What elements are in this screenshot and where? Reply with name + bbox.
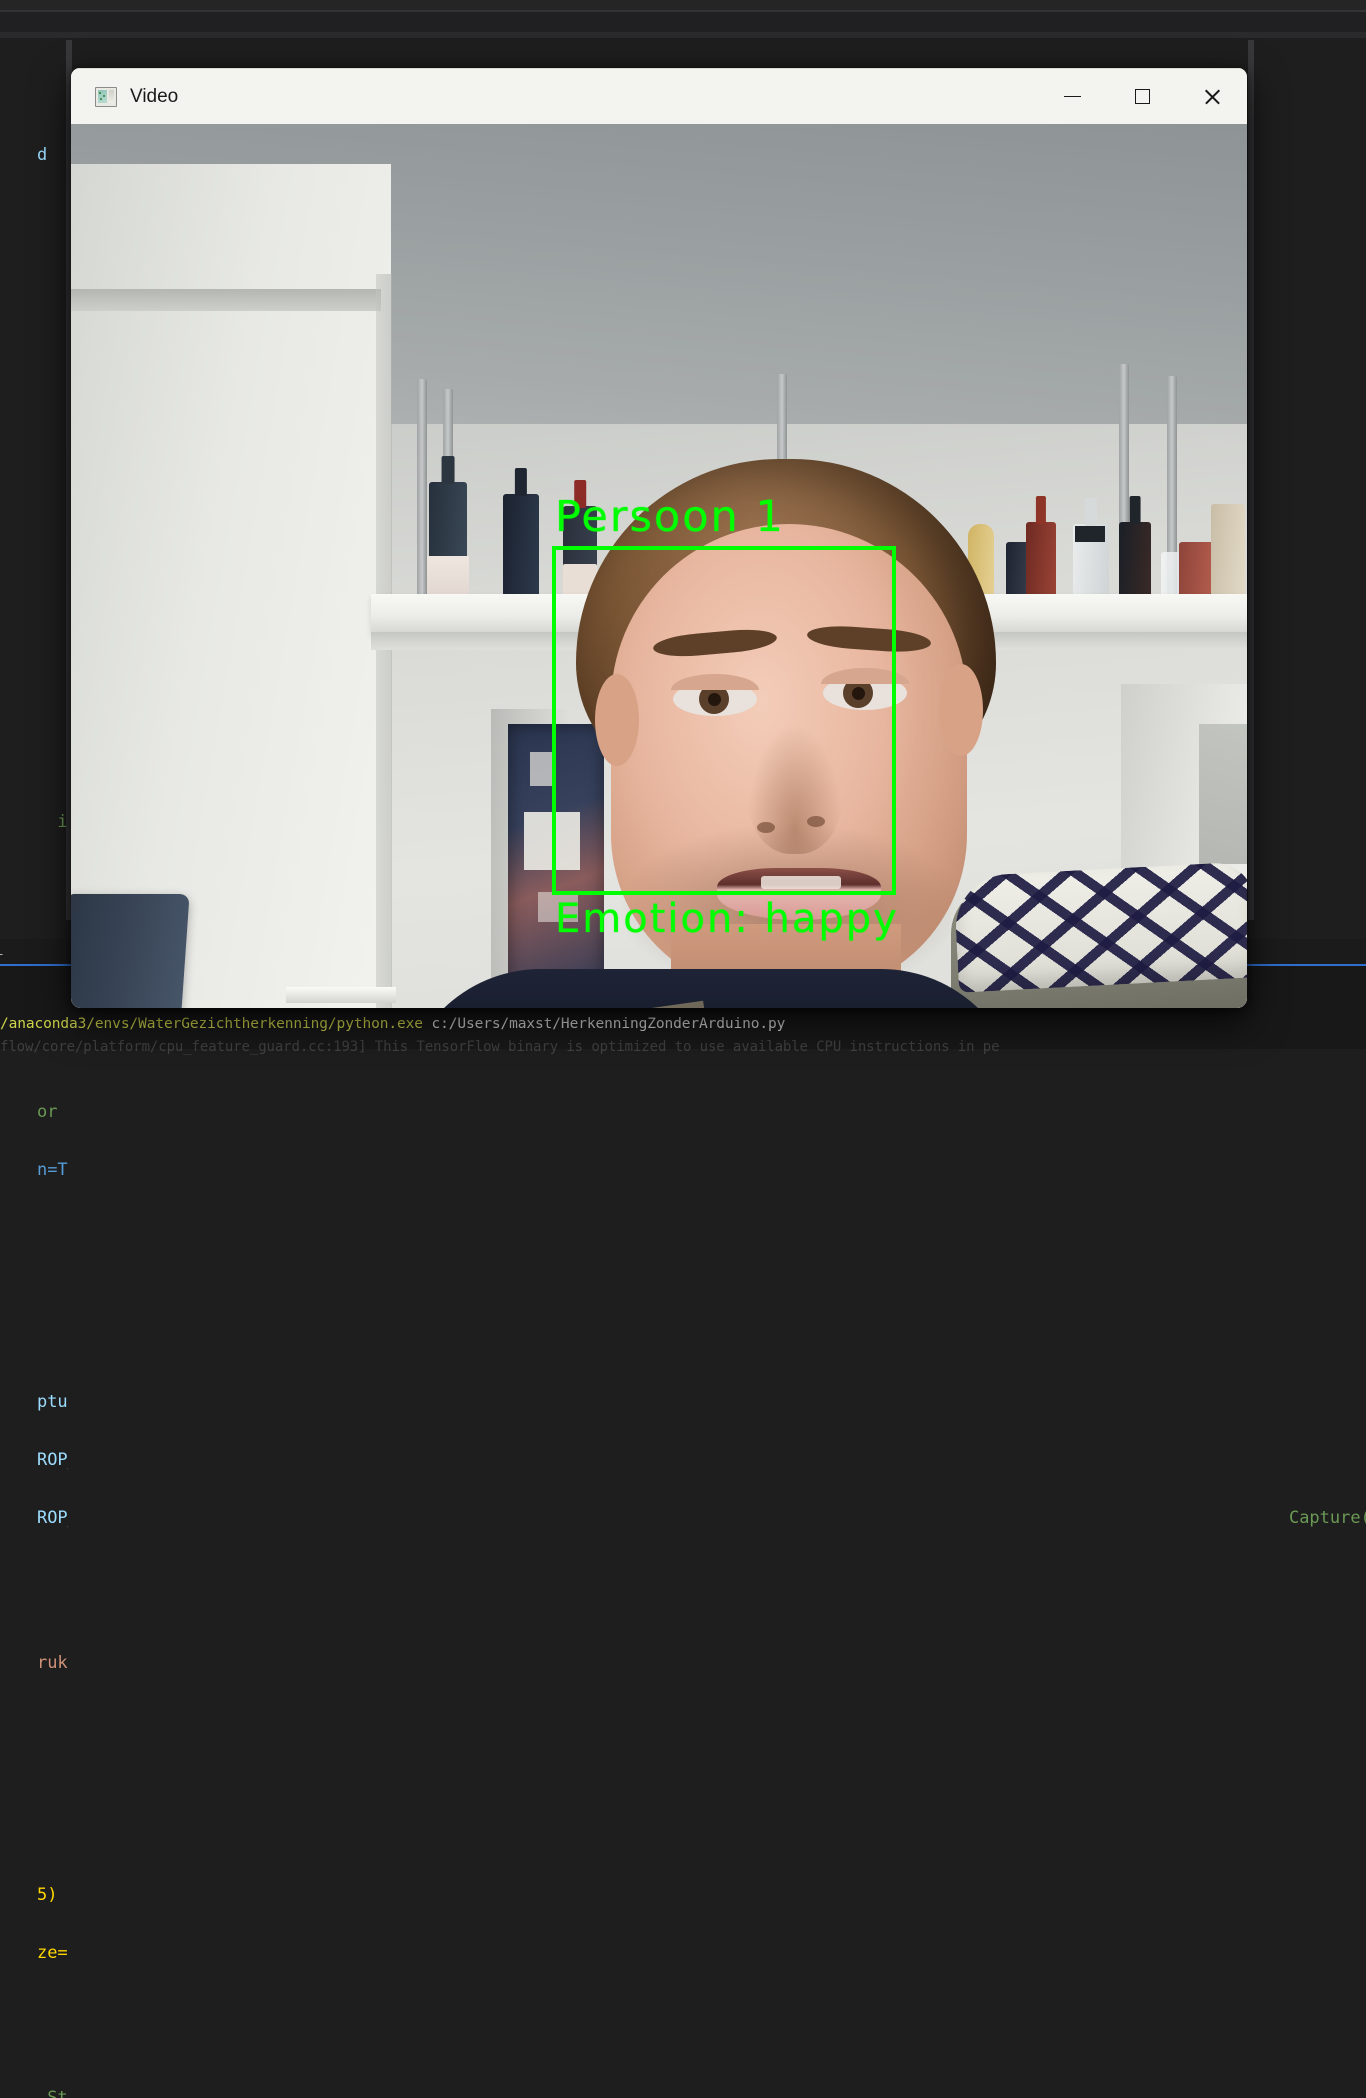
code-fragment: ROP_FR: [37, 1450, 68, 1470]
bottle-wine-2: [503, 494, 539, 610]
code-blank: [0, 576, 68, 605]
maximize-icon: [1135, 89, 1150, 104]
window-titlebar[interactable]: Video: [71, 68, 1247, 124]
code-blank: [1248, 1446, 1366, 1475]
code-blank: [1248, 1185, 1366, 1214]
terminal-tensorflow-warning: flow/core/platform/cpu_feature_guard.cc:…: [0, 1039, 999, 1055]
code-blank: [1248, 518, 1366, 547]
shelf-bracket-left: [417, 379, 427, 609]
code-fragment: ruk op: [37, 1653, 68, 1673]
vscode-titlebar: [0, 12, 1366, 32]
code-fragment: d: [37, 145, 47, 165]
bottle-neck: [1085, 498, 1097, 526]
code-blank: [1248, 431, 1366, 460]
bottle-neck: [1036, 496, 1046, 524]
window-controls: [1037, 69, 1247, 124]
image-preview-icon: [95, 87, 117, 107]
code-fragment: in se: [37, 812, 68, 832]
overlay-emotion-label: Emotion: happy: [555, 896, 899, 942]
code-fragment: or: [37, 1102, 57, 1122]
code-blank: [1248, 866, 1366, 895]
terminal-output-line-2: flow/core/platform/cpu_feature_guard.cc:…: [0, 1039, 999, 1055]
editor-code-left-sliver[interactable]: d in se = 1 # or n=True pture( ROP_FR RO…: [0, 112, 68, 2098]
code-blank: [0, 1243, 68, 1272]
vscode-tabstrip: [0, 32, 1366, 38]
scene-right-cabinet: [1199, 724, 1247, 864]
code-fragment: ROP_FR: [37, 1508, 68, 1528]
code-fragment: pture(: [37, 1392, 68, 1412]
code-blank: [1248, 1272, 1366, 1301]
code-blank: [1248, 1359, 1366, 1388]
scene-small-shelf: [286, 987, 396, 1003]
terminal-script-path: c:/Users/maxst/HerkenningZonderArduino.p…: [423, 1016, 785, 1032]
code-blank: [0, 895, 68, 924]
code-blank: [1248, 344, 1366, 373]
scene-alcove-top: [71, 289, 381, 311]
maximize-button[interactable]: [1107, 69, 1177, 124]
titlebar-left-group: Video: [71, 86, 178, 108]
code-blank: [0, 228, 68, 257]
ear-right: [939, 664, 983, 756]
code-fragment: ze=5): [37, 1943, 68, 1963]
minimize-button[interactable]: [1037, 69, 1107, 124]
close-icon: [1203, 87, 1222, 106]
editor-code-right-sliver[interactable]: ief Capture(0,: [1248, 112, 1366, 1591]
bottle-neck: [515, 468, 527, 496]
scene-patterned-pillow: [953, 861, 1247, 993]
code-fragment: Capture(0,: [1289, 1508, 1366, 1528]
editor-scrollbar-right[interactable]: [1248, 40, 1254, 920]
code-blank: [0, 489, 68, 518]
bottle-clear-cap: [1075, 526, 1105, 542]
code-blank: [0, 2026, 68, 2055]
bottle-neck: [1130, 496, 1141, 524]
code-blank: [1248, 257, 1366, 286]
minimize-icon: [1064, 96, 1081, 98]
vscode-menubar: [0, 0, 1366, 10]
code-blank: [0, 315, 68, 344]
overlay-face-bounding-box: [552, 546, 896, 895]
terminal-output-line-1: /anaconda3/envs/WaterGezichtherkenning/p…: [0, 1016, 785, 1032]
terminal-python-path: /anaconda3/envs/WaterGezichtherkenning/p…: [0, 1016, 423, 1032]
code-blank: [0, 1591, 68, 1620]
code-blank: [0, 1823, 68, 1852]
bottle-neck: [442, 456, 455, 484]
code-blank: [0, 1330, 68, 1359]
code-blank: [1248, 692, 1366, 721]
code-blank: [1248, 1098, 1366, 1127]
code-blank: [0, 402, 68, 431]
window-title: Video: [130, 86, 178, 108]
code-fragment: 5): [37, 1885, 57, 1905]
code-blank: [1248, 170, 1366, 199]
webcam-video-frame: Persoon 1 Emotion: happy: [71, 124, 1247, 1008]
code-fragment: Stelt: [37, 2088, 68, 2098]
code-blank: [1248, 779, 1366, 808]
tab-terminal[interactable]: TERMINAL: [0, 944, 3, 958]
code-fragment: n=True: [37, 1160, 68, 1180]
scene-lamp-shade: [71, 894, 190, 1008]
video-preview-window[interactable]: Video: [71, 68, 1247, 1008]
close-button[interactable]: [1177, 69, 1247, 124]
code-blank: [1248, 605, 1366, 634]
code-blank: [0, 663, 68, 692]
code-blank: [0, 1736, 68, 1765]
overlay-person-label: Persoon 1: [555, 492, 785, 542]
code-blank: [0, 750, 68, 779]
